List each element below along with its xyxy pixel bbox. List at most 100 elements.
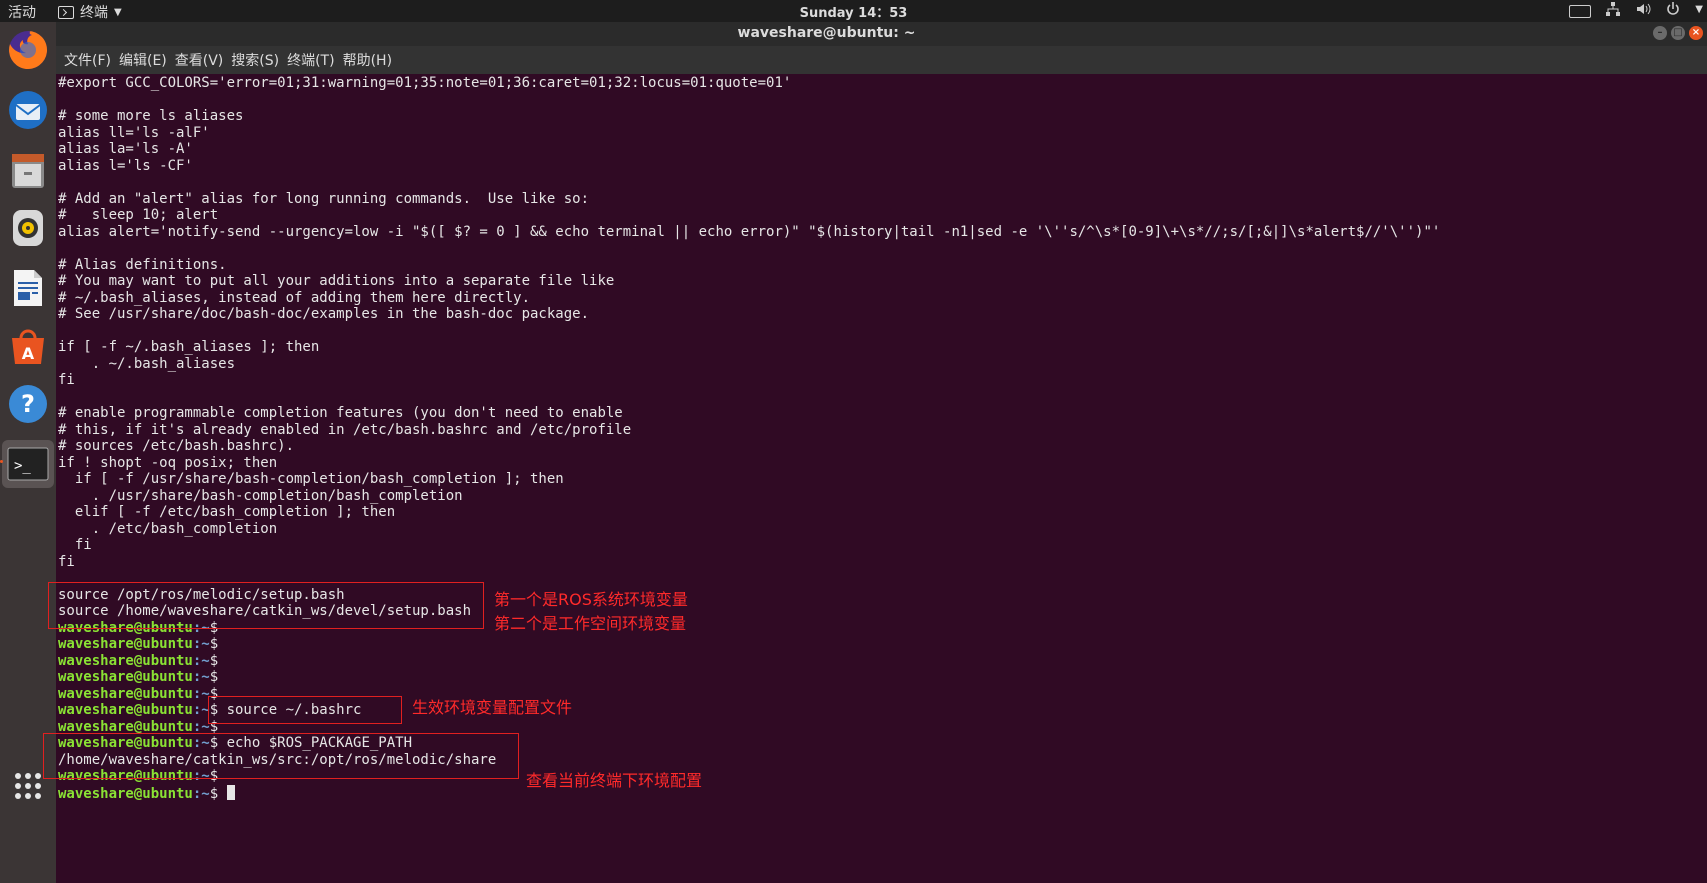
help-icon[interactable]: ? bbox=[6, 382, 50, 426]
line-text: if ! shopt -oq posix; then bbox=[58, 454, 278, 471]
line-text: . /usr/share/bash-completion/bash_comple… bbox=[58, 487, 463, 504]
annotation-note-workspace-env: 第二个是工作空间环境变量 bbox=[494, 614, 687, 633]
writer-icon[interactable] bbox=[6, 266, 50, 310]
line-text: #export GCC_COLORS='error=01;31:warning=… bbox=[58, 75, 792, 91]
line-text: if [ -f /usr/share/bash-completion/bash_… bbox=[58, 471, 564, 487]
line-text: fi bbox=[58, 553, 75, 570]
prompt-user: waveshare@ubuntu bbox=[58, 636, 193, 652]
output-line: . /etc/bash_completion bbox=[58, 521, 1703, 538]
output-line: alias alert='notify-send --urgency=low -… bbox=[58, 224, 1703, 241]
line-text: # See /usr/share/doc/bash-doc/examples i… bbox=[58, 306, 590, 322]
firefox-icon[interactable] bbox=[6, 28, 50, 72]
menu-bar: 文件(F) 编辑(E) 查看(V) 搜索(S) 终端(T) 帮助(H) bbox=[56, 46, 1707, 74]
volume-icon[interactable] bbox=[1635, 1, 1651, 19]
prompt-user: waveshare@ubuntu bbox=[58, 785, 193, 802]
close-icon[interactable]: × bbox=[1689, 26, 1703, 40]
keyboard-icon[interactable] bbox=[1569, 5, 1592, 18]
line-text: # ~/.bash_aliases, instead of adding the… bbox=[58, 289, 531, 306]
line-text: alias alert='notify-send --urgency=low -… bbox=[58, 223, 1441, 240]
prompt-line: waveshare@ubuntu:~$ bbox=[58, 636, 1703, 653]
line-text: fi bbox=[58, 372, 75, 388]
prompt-line: waveshare@ubuntu:~$ bbox=[58, 653, 1703, 670]
prompt-suffix: $ bbox=[209, 636, 227, 652]
menu-search[interactable]: 搜索(S) bbox=[231, 50, 279, 70]
power-icon[interactable] bbox=[1665, 1, 1681, 19]
window-title: waveshare@ubuntu: ~ bbox=[737, 25, 916, 41]
output-line: # this, if it's already enabled in /etc/… bbox=[58, 422, 1703, 439]
running-indicator bbox=[0, 460, 3, 463]
output-line: fi bbox=[58, 554, 1703, 571]
prompt-line: waveshare@ubuntu:~$ bbox=[58, 784, 1703, 802]
terminal-icon[interactable]: >_ bbox=[2, 440, 54, 488]
svg-text:>_: >_ bbox=[14, 458, 31, 474]
system-tray[interactable]: ▼ bbox=[1569, 1, 1703, 19]
chevron-down-icon[interactable]: ▼ bbox=[1695, 1, 1703, 19]
minimize-icon[interactable]: – bbox=[1653, 26, 1667, 40]
text-cursor[interactable] bbox=[226, 784, 235, 800]
prompt-path: :~ bbox=[192, 652, 210, 669]
line-text: elif [ -f /etc/bash_completion ]; then bbox=[58, 504, 396, 520]
maximize-icon[interactable]: □ bbox=[1671, 26, 1685, 40]
rhythmbox-icon[interactable] bbox=[6, 206, 50, 250]
output-line: fi bbox=[58, 372, 1703, 389]
output-line: . ~/.bash_aliases bbox=[58, 356, 1703, 373]
output-line: . /usr/share/bash-completion/bash_comple… bbox=[58, 488, 1703, 505]
output-line: alias ll='ls -alF' bbox=[58, 125, 1703, 142]
line-text: . ~/.bash_aliases bbox=[58, 355, 236, 372]
output-line: # You may want to put all your additions… bbox=[58, 273, 1703, 290]
line-text: # You may want to put all your additions… bbox=[58, 273, 615, 289]
output-line: # some more ls aliases bbox=[58, 108, 1703, 125]
output-line: # See /usr/share/doc/bash-doc/examples i… bbox=[58, 306, 1703, 323]
line-text: alias la='ls -A' bbox=[58, 141, 193, 157]
line-text: # this, if it's already enabled in /etc/… bbox=[58, 421, 632, 438]
menu-view[interactable]: 查看(V) bbox=[175, 50, 224, 70]
output-line: if [ -f ~/.bash_aliases ]; then bbox=[58, 339, 1703, 356]
line-text: fi bbox=[58, 537, 92, 553]
line-text: # Add an "alert" alias for long running … bbox=[58, 190, 590, 207]
annotation-note-apply-config: 生效环境变量配置文件 bbox=[412, 698, 573, 717]
output-line: # enable programmable completion feature… bbox=[58, 405, 1703, 422]
svg-text:A: A bbox=[22, 344, 35, 363]
line-text: # sources /etc/bash.bashrc). bbox=[58, 438, 295, 454]
output-line: elif [ -f /etc/bash_completion ]; then bbox=[58, 504, 1703, 521]
output-line: # ~/.bash_aliases, instead of adding the… bbox=[58, 290, 1703, 307]
menu-file[interactable]: 文件(F) bbox=[64, 50, 111, 70]
prompt-user: waveshare@ubuntu bbox=[58, 669, 193, 685]
clock[interactable]: Sunday 14：53 bbox=[0, 2, 1707, 21]
prompt-path: :~ bbox=[192, 636, 210, 652]
menu-help[interactable]: 帮助(H) bbox=[343, 50, 392, 70]
output-line: alias la='ls -A' bbox=[58, 141, 1703, 158]
output-line: # Alias definitions. bbox=[58, 257, 1703, 274]
output-line: fi bbox=[58, 537, 1703, 554]
software-center-icon[interactable]: A bbox=[6, 324, 50, 368]
output-line: # sources /etc/bash.bashrc). bbox=[58, 438, 1703, 455]
annotation-box-echo bbox=[43, 733, 519, 779]
menu-edit[interactable]: 编辑(E) bbox=[119, 50, 167, 70]
line-text: if [ -f ~/.bash_aliases ]; then bbox=[58, 339, 320, 355]
annotation-box-bashrc bbox=[208, 696, 402, 724]
prompt-path: :~ bbox=[192, 669, 210, 685]
line-text: alias l='ls -CF' bbox=[58, 157, 193, 174]
prompt-user: waveshare@ubuntu bbox=[58, 652, 193, 669]
line-text: # some more ls aliases bbox=[58, 108, 244, 124]
svg-text:?: ? bbox=[21, 390, 35, 418]
output-line: #export GCC_COLORS='error=01;31:warning=… bbox=[58, 75, 1703, 92]
window-titlebar[interactable]: waveshare@ubuntu: ~ – □ × bbox=[56, 22, 1707, 46]
line-text: alias ll='ls -alF' bbox=[58, 124, 210, 141]
line-text: # Alias definitions. bbox=[58, 256, 227, 273]
terminal-output[interactable]: #export GCC_COLORS='error=01;31:warning=… bbox=[58, 75, 1703, 802]
prompt-path: :~ bbox=[192, 785, 210, 802]
network-icon[interactable] bbox=[1605, 1, 1621, 19]
prompt-user: waveshare@ubuntu bbox=[58, 685, 193, 702]
output-line: if ! shopt -oq posix; then bbox=[58, 455, 1703, 472]
files-icon[interactable] bbox=[6, 148, 50, 192]
prompt-suffix: $ bbox=[209, 785, 227, 802]
menu-terminal[interactable]: 终端(T) bbox=[287, 50, 334, 70]
prompt-line: waveshare@ubuntu:~$ bbox=[58, 669, 1703, 686]
line-text: # enable programmable completion feature… bbox=[58, 405, 623, 421]
thunderbird-icon[interactable] bbox=[6, 88, 50, 132]
